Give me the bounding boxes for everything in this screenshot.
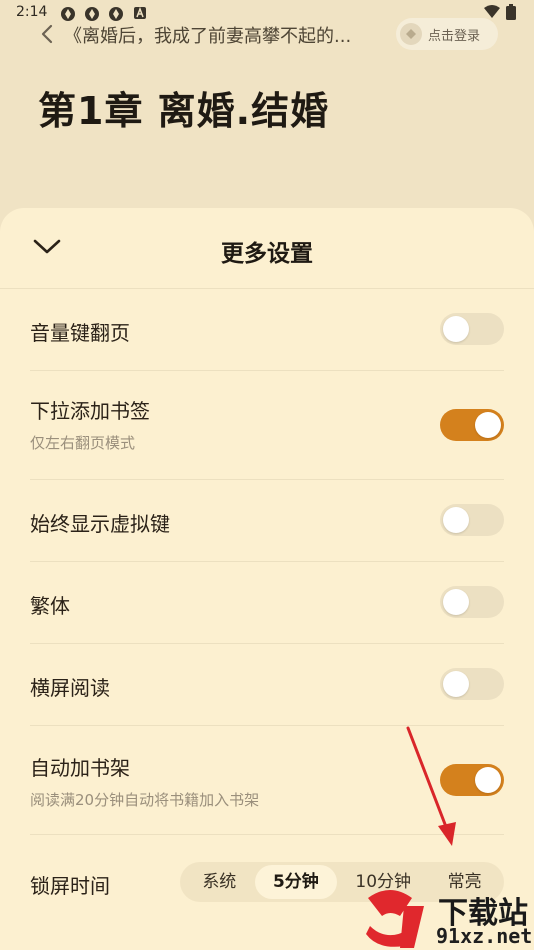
setting-subtitle: 仅左右翻页模式 [30, 434, 136, 452]
annotation-arrow-icon [406, 726, 456, 846]
setting-label: 下拉添加书签 [30, 399, 150, 423]
book-title: 《离婚后，我成了前妻高攀不起的... [64, 26, 352, 47]
toggle-knob [443, 507, 469, 533]
watermark-url: 91xz.net [436, 924, 533, 948]
setting-volume-key-page: 音量键翻页 [30, 289, 504, 371]
setting-traditional-chinese: 繁体 [30, 562, 504, 644]
pull-bookmark-toggle[interactable] [440, 409, 504, 441]
back-icon[interactable] [38, 24, 56, 44]
reader-header: 《离婚后，我成了前妻高攀不起的... 点击登录 [0, 16, 534, 52]
setting-label: 始终显示虚拟键 [30, 512, 170, 536]
sheet-header: 更多设置 [0, 208, 534, 289]
setting-label: 自动加书架 [30, 756, 130, 780]
toggle-knob [443, 316, 469, 342]
landscape-reading-toggle[interactable] [440, 668, 504, 700]
setting-subtitle: 阅读满20分钟自动将书籍加入书架 [30, 791, 260, 809]
setting-label: 横屏阅读 [30, 676, 110, 700]
setting-label: 繁体 [30, 594, 70, 618]
setting-landscape-reading: 横屏阅读 [30, 644, 504, 726]
toggle-knob [475, 412, 501, 438]
lock-option-system[interactable]: 系统 [184, 865, 255, 899]
lock-option-5min[interactable]: 5分钟 [254, 865, 338, 899]
setting-virtual-keys: 始终显示虚拟键 [30, 480, 504, 562]
login-label: 点击登录 [428, 28, 481, 44]
watermark: 下载站 91xz.net [360, 886, 534, 950]
login-button[interactable]: 点击登录 [396, 18, 498, 50]
traditional-chinese-toggle[interactable] [440, 586, 504, 618]
virtual-keys-toggle[interactable] [440, 504, 504, 536]
setting-label: 锁屏时间 [30, 874, 110, 898]
diamond-icon [400, 23, 422, 45]
toggle-knob [443, 671, 469, 697]
toggle-knob [443, 589, 469, 615]
setting-pull-bookmark: 下拉添加书签 仅左右翻页模式 [30, 371, 504, 480]
toggle-knob [475, 767, 501, 793]
volume-key-page-toggle[interactable] [440, 313, 504, 345]
watermark-logo-icon [366, 890, 424, 948]
chapter-title: 第1章 离婚.结婚 [38, 89, 330, 133]
setting-label: 音量键翻页 [30, 321, 130, 345]
sheet-title: 更多设置 [221, 241, 313, 267]
